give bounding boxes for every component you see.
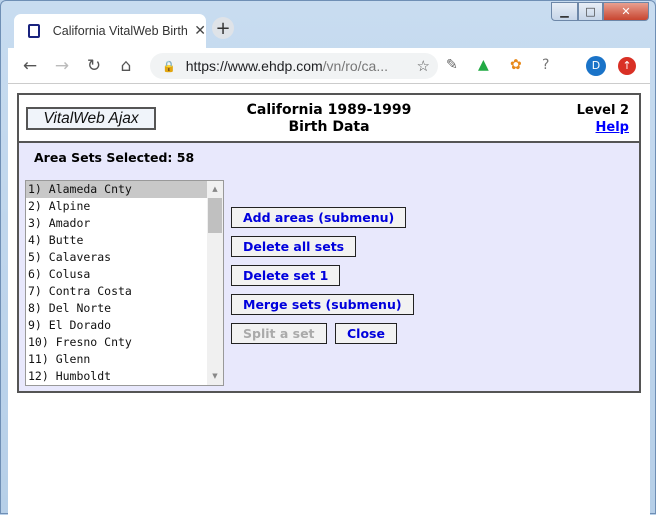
split-set-button: Split a set xyxy=(231,323,327,344)
list-item[interactable]: 1) Alameda Cnty xyxy=(26,181,207,198)
delete-all-sets-button[interactable]: Delete all sets xyxy=(231,236,357,257)
list-item[interactable]: 3) Amador xyxy=(26,215,207,232)
list-scrollbar[interactable]: ▲ ▼ xyxy=(207,181,223,385)
lock-icon: 🔒 xyxy=(162,60,176,73)
browser-toolbar: ← → ↻ ⌂ 🔒 https://www.ehdp.com/vn/ro/ca.… xyxy=(8,48,650,84)
level-label: Level 2 xyxy=(576,103,629,118)
extension-help-icon[interactable]: ? xyxy=(542,57,549,73)
list-item[interactable]: 9) El Dorado xyxy=(26,317,207,334)
update-icon[interactable]: ↑ xyxy=(618,57,636,75)
extension-chart-icon[interactable]: ▲ xyxy=(478,57,489,73)
minimize-button[interactable]: ▁ xyxy=(551,2,578,21)
vitalweb-ajax-button[interactable]: VitalWeb Ajax xyxy=(26,107,156,130)
list-item[interactable]: 7) Contra Costa xyxy=(26,283,207,300)
reload-icon[interactable]: ↻ xyxy=(78,56,110,76)
list-item[interactable]: 12) Humboldt xyxy=(26,368,207,385)
scroll-up-icon[interactable]: ▲ xyxy=(207,181,223,198)
list-item[interactable]: 8) Del Norte xyxy=(26,300,207,317)
list-item[interactable]: 10) Fresno Cnty xyxy=(26,334,207,351)
browser-tab[interactable]: California VitalWeb Birth Data - M ✕ xyxy=(14,14,206,48)
profile-avatar[interactable]: D xyxy=(586,56,606,76)
list-item[interactable]: 5) Calaveras xyxy=(26,249,207,266)
area-sets-list[interactable]: 1) Alameda Cnty 2) Alpine 3) Amador 4) Butt… xyxy=(25,180,224,386)
add-areas-button[interactable]: Add areas (submenu) xyxy=(231,207,407,228)
back-icon[interactable]: ← xyxy=(14,56,46,76)
delete-set-button[interactable]: Delete set 1 xyxy=(231,265,341,286)
merge-sets-button[interactable]: Merge sets (submenu) xyxy=(231,294,414,315)
help-link[interactable]: Help xyxy=(596,120,629,135)
sets-selected-label: Area Sets Selected: 58 xyxy=(34,150,195,165)
panel-header: California 1989-1999 Birth Data VitalWeb … xyxy=(19,95,639,143)
vitalweb-panel: California 1989-1999 Birth Data VitalWeb … xyxy=(17,93,641,393)
tab-close-icon[interactable]: ✕ xyxy=(194,23,206,39)
extension-flower-icon[interactable]: ✿ xyxy=(510,57,522,73)
close-window-button[interactable]: ✕ xyxy=(603,2,649,21)
forward-icon[interactable]: → xyxy=(46,56,78,76)
tab-title: California VitalWeb Birth Data - M xyxy=(52,24,189,38)
favicon-icon xyxy=(28,24,40,38)
home-icon[interactable]: ⌂ xyxy=(110,56,142,76)
list-item[interactable]: 4) Butte xyxy=(26,232,207,249)
list-item[interactable]: 11) Glenn xyxy=(26,351,207,368)
url-host: https://www.ehdp.com xyxy=(185,58,323,74)
extension-notes-icon[interactable]: ✎ xyxy=(446,57,458,73)
new-tab-button[interactable]: + xyxy=(212,17,234,39)
scroll-thumb[interactable] xyxy=(208,198,222,233)
url-path: /vn/ro/ca... xyxy=(322,58,389,74)
level-info: Level 2 Help xyxy=(577,102,629,136)
close-button[interactable]: Close xyxy=(335,323,397,344)
list-item[interactable]: 6) Colusa xyxy=(26,266,207,283)
bookmark-star-icon[interactable]: ☆ xyxy=(417,57,430,75)
browser-window: ▁ □ ✕ California VitalWeb Birth Data - M… xyxy=(0,0,656,515)
scroll-down-icon[interactable]: ▼ xyxy=(207,368,223,385)
maximize-button[interactable]: □ xyxy=(578,2,603,21)
list-item[interactable]: 2) Alpine xyxy=(26,198,207,215)
address-bar[interactable]: 🔒 https://www.ehdp.com/vn/ro/ca... ☆ xyxy=(150,53,438,79)
page-content: California 1989-1999 Birth Data VitalWeb … xyxy=(8,84,650,515)
